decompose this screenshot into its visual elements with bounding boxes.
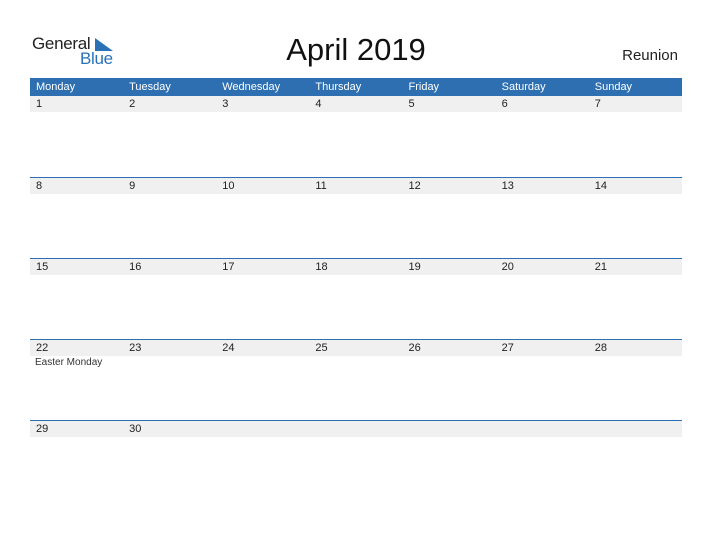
- holiday-label: [403, 356, 496, 370]
- day-number: [496, 421, 589, 437]
- day-number: 22: [36, 342, 49, 354]
- weekday-tuesday: Tuesday: [129, 81, 171, 93]
- holiday-label: Easter Monday: [35, 357, 103, 368]
- day-number: 20: [501, 261, 514, 273]
- weekday-header: Monday Tuesday Wednesday Thursday Friday…: [30, 78, 682, 96]
- weekday-wednesday: Wednesday: [222, 81, 281, 93]
- region-label: Reunion: [622, 47, 678, 64]
- day-number: 12: [408, 180, 421, 192]
- week-row: 8 9 10 11 12 13 14: [30, 177, 682, 258]
- day-number: [403, 421, 496, 437]
- event-row: Easter Monday: [30, 356, 682, 370]
- day-number: 7: [594, 98, 601, 110]
- day-number: [309, 421, 402, 437]
- day-number: 30: [129, 423, 142, 435]
- holiday-label: [309, 356, 402, 370]
- day-number: 19: [408, 261, 421, 273]
- holiday-label: [123, 356, 216, 370]
- page-title: April 2019: [286, 32, 426, 67]
- weekday-sunday: Sunday: [594, 81, 633, 93]
- day-number: 3: [222, 98, 229, 110]
- day-number: 18: [315, 261, 328, 273]
- day-number: 23: [129, 342, 142, 354]
- day-number: 2: [129, 98, 136, 110]
- holiday-label: [216, 356, 309, 370]
- day-number-row: 15 16 17 18 19 20 21: [30, 259, 682, 275]
- week-row: 22 23 24 25 26 27 28 Easter Monday: [30, 339, 682, 420]
- day-number: 6: [501, 98, 508, 110]
- day-number: 21: [594, 261, 607, 273]
- week-row: 15 16 17 18 19 20 21: [30, 258, 682, 339]
- day-number: 24: [222, 342, 235, 354]
- day-number: 4: [315, 98, 322, 110]
- holiday-label: [589, 356, 682, 370]
- weekday-saturday: Saturday: [501, 81, 546, 93]
- day-number: 8: [36, 180, 43, 192]
- week-row: 1 2 3 4 5 6 7: [30, 96, 682, 177]
- day-number-row: 8 9 10 11 12 13 14: [30, 178, 682, 194]
- day-number: 25: [315, 342, 328, 354]
- day-number: 15: [36, 261, 49, 273]
- day-number-row: 29 30: [30, 421, 682, 437]
- day-number: 11: [315, 180, 327, 192]
- calendar-grid: Monday Tuesday Wednesday Thursday Friday…: [30, 78, 682, 501]
- holiday-label: [496, 356, 589, 370]
- day-number: [589, 421, 682, 437]
- day-number: 5: [408, 98, 415, 110]
- day-number-row: 22 23 24 25 26 27 28: [30, 340, 682, 356]
- day-number: 14: [594, 180, 607, 192]
- day-number: [216, 421, 309, 437]
- day-number: 27: [501, 342, 514, 354]
- day-number: 13: [501, 180, 514, 192]
- day-number: 10: [222, 180, 235, 192]
- day-number: 26: [408, 342, 421, 354]
- day-number: 28: [594, 342, 607, 354]
- weekday-monday: Monday: [36, 81, 76, 93]
- day-number: 9: [129, 180, 136, 192]
- day-number: 29: [36, 423, 49, 435]
- day-number: 17: [222, 261, 235, 273]
- day-number-row: 1 2 3 4 5 6 7: [30, 96, 682, 112]
- weekday-thursday: Thursday: [315, 81, 362, 93]
- day-number: 1: [36, 98, 43, 110]
- day-number: 16: [129, 261, 142, 273]
- week-row: 29 30: [30, 420, 682, 501]
- weekday-friday: Friday: [408, 81, 440, 93]
